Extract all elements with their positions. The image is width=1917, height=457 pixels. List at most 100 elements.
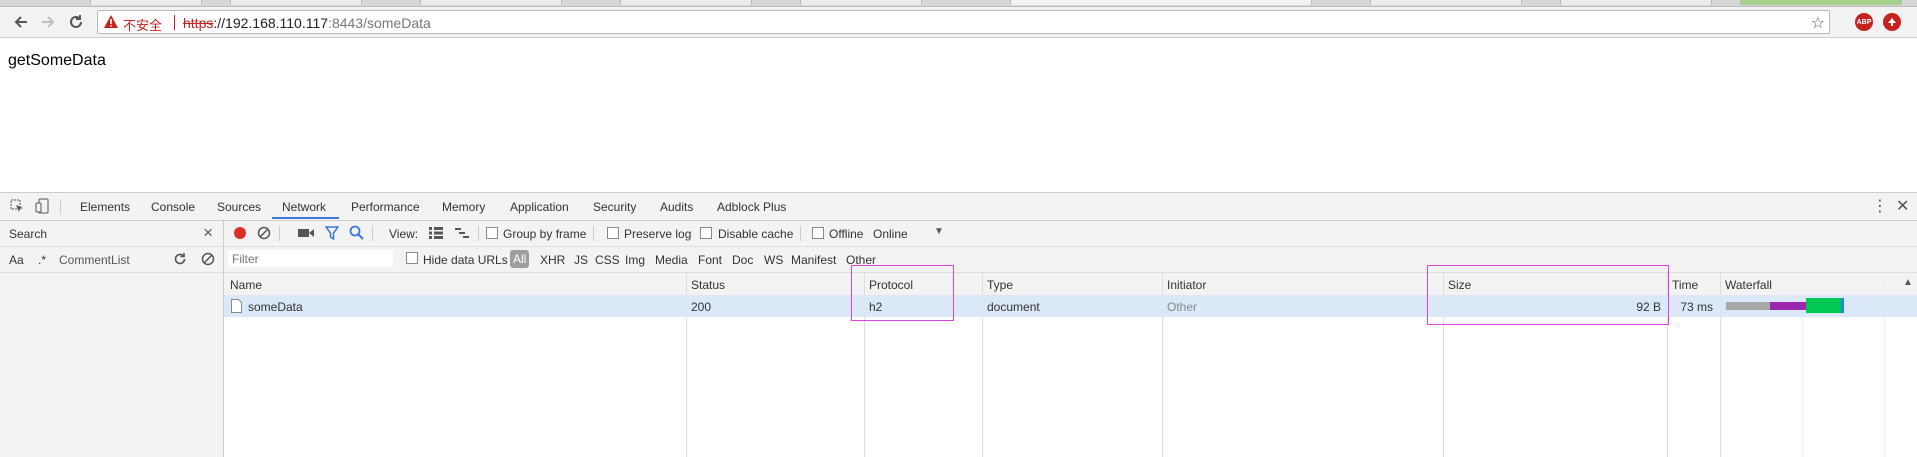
inspect-element-icon[interactable] [10,199,24,213]
url-path: :8443/someData [328,15,431,31]
browser-tab[interactable] [1740,0,1902,5]
clear-log-icon[interactable] [257,226,271,240]
warning-icon [104,15,118,28]
protocol-highlight-box [851,265,954,321]
waterfall-waiting-bar [1806,298,1841,313]
tab-network[interactable]: Network [282,200,326,214]
request-time: 73 ms [1680,300,1713,314]
divider [372,226,373,241]
ublock-icon[interactable] [1883,13,1901,31]
arrow-left-icon [14,16,27,28]
group-by-frame-checkbox[interactable] [486,227,498,239]
reload-icon [70,15,82,28]
devtools-tab-bar: Elements Console Sources Network Perform… [0,193,1917,221]
close-devtools-icon[interactable]: ✕ [1896,196,1909,216]
tab-application[interactable]: Application [510,200,569,214]
tab-audits[interactable]: Audits [660,200,693,214]
hide-data-urls-checkbox[interactable] [406,252,418,264]
filter-icon[interactable] [325,226,339,240]
preserve-log-label: Preserve log [624,227,692,241]
search-panel: Search × Aa .* CommentList [0,221,224,457]
filter-type-xhr[interactable]: XHR [540,253,565,267]
network-request-table: Name Status Protocol Type Initiator Size… [224,265,1917,457]
browser-tab[interactable] [1560,0,1712,5]
filter-type-manifest[interactable]: Manifest [791,253,836,267]
disable-cache-label: Disable cache [718,227,794,241]
bookmark-star-icon[interactable]: ☆ [1811,13,1825,33]
column-status[interactable]: Status [691,278,725,292]
search-icon[interactable] [349,225,364,240]
adblock-plus-icon[interactable]: ABP [1855,13,1873,31]
device-toolbar-icon[interactable] [35,198,49,214]
regex-toggle[interactable]: .* [38,253,46,267]
close-icon[interactable]: × [203,223,213,243]
security-label[interactable]: 不安全 [123,15,162,34]
request-name: someData [248,300,303,314]
filter-type-font[interactable]: Font [698,253,722,267]
more-options-icon[interactable]: ⋮ [1872,196,1888,216]
tab-performance[interactable]: Performance [351,200,420,214]
filter-type-media[interactable]: Media [655,253,688,267]
filter-type-js[interactable]: JS [574,253,588,267]
filter-type-css[interactable]: CSS [595,253,620,267]
browser-tab[interactable] [230,0,362,5]
request-status: 200 [691,300,712,314]
divider [60,199,61,214]
page-body-text: getSomeData [8,52,106,69]
sort-up-icon[interactable]: ▲ [1903,277,1913,288]
filter-input[interactable] [228,250,393,267]
record-icon[interactable] [233,226,247,240]
tab-sources[interactable]: Sources [217,200,261,214]
reload-button[interactable] [65,11,87,33]
request-type: document [987,300,1040,314]
forward-button[interactable] [37,11,59,33]
url-text[interactable]: https://192.168.110.117:8443/someData [183,15,431,31]
chevron-down-icon[interactable]: ▼ [934,226,944,237]
tab-security[interactable]: Security [593,200,636,214]
filter-type-ws[interactable]: WS [764,253,783,267]
disable-cache-checkbox[interactable] [700,227,712,239]
filter-type-img[interactable]: Img [625,253,645,267]
browser-tab[interactable] [420,0,562,5]
throttling-select[interactable]: Online [873,227,908,241]
address-bar[interactable]: 不安全 https://192.168.110.117:8443/someDat… [97,10,1830,34]
overview-icon[interactable] [455,227,469,239]
tab-console[interactable]: Console [151,200,195,214]
url-scheme: https [183,15,214,31]
devtools-panel: Elements Console Sources Network Perform… [0,192,1917,457]
browser-tab[interactable] [620,0,752,5]
divider [478,226,479,241]
match-case-toggle[interactable]: Aa [9,253,24,267]
tab-elements[interactable]: Elements [80,200,130,214]
tab-adblock-plus[interactable]: Adblock Plus [717,200,786,214]
document-icon [231,299,242,313]
waterfall-download-bar [1841,298,1844,313]
offline-checkbox[interactable] [812,227,824,239]
waterfall-stalled-bar [1726,302,1770,310]
browser-toolbar: 不安全 https://192.168.110.117:8443/someDat… [0,7,1917,38]
back-button[interactable] [10,11,32,33]
divider [279,226,280,241]
divider [593,226,594,241]
refresh-icon[interactable] [173,252,187,266]
column-name[interactable]: Name [230,278,262,292]
selected-tab-indicator [272,217,339,219]
column-waterfall[interactable]: Waterfall [1725,278,1772,292]
screenshot-camera-icon[interactable] [298,227,314,239]
url-host: ://192.168.110.117 [213,15,329,31]
tab-strip [0,0,1917,7]
filter-type-doc[interactable]: Doc [732,253,753,267]
browser-tab[interactable] [1370,0,1522,5]
large-rows-icon[interactable] [429,227,443,239]
column-initiator[interactable]: Initiator [1167,278,1206,292]
filter-type-all[interactable]: All [510,250,530,268]
search-input[interactable]: CommentList [59,253,130,267]
tab-memory[interactable]: Memory [442,200,485,214]
clear-icon[interactable] [201,252,215,266]
browser-tab-active[interactable] [1010,0,1312,5]
column-type[interactable]: Type [987,278,1013,292]
browser-tab[interactable] [90,0,202,5]
preserve-log-checkbox[interactable] [607,227,619,239]
browser-tab[interactable] [800,0,922,5]
column-time[interactable]: Time [1672,278,1698,292]
